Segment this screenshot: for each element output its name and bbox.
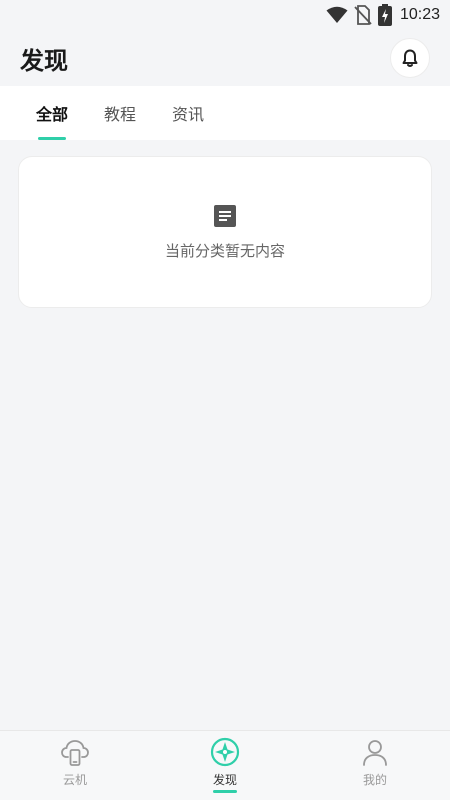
empty-state-card: 当前分类暂无内容 xyxy=(18,156,432,308)
nav-item-cloud[interactable]: 云机 xyxy=(0,731,150,800)
cloud-phone-icon xyxy=(61,740,89,766)
user-icon xyxy=(363,740,387,766)
notifications-button[interactable] xyxy=(390,38,430,78)
page-title: 发现 xyxy=(20,46,68,75)
bell-icon xyxy=(402,49,418,67)
nav-label: 我的 xyxy=(362,773,387,787)
tab-label: 教程 xyxy=(104,105,137,124)
header: 发现 xyxy=(0,30,450,86)
empty-state-text: 当前分类暂无内容 xyxy=(164,241,285,260)
tab-tutorials[interactable]: 教程 xyxy=(86,86,154,140)
document-icon xyxy=(214,204,236,227)
wifi-icon xyxy=(326,6,348,23)
bottom-nav: 云机 发现 我的 xyxy=(0,730,450,800)
nav-label: 发现 xyxy=(212,773,237,787)
category-tabs: 全部 教程 资讯 xyxy=(0,86,450,140)
tab-news[interactable]: 资讯 xyxy=(154,86,222,140)
nav-item-profile[interactable]: 我的 xyxy=(300,731,450,800)
tab-label: 全部 xyxy=(36,105,69,124)
status-bar: 10:23 xyxy=(0,0,450,30)
tab-label: 资讯 xyxy=(172,105,205,124)
status-time: 10:23 xyxy=(399,6,440,23)
no-sim-icon xyxy=(354,5,372,25)
nav-label: 云机 xyxy=(62,773,87,787)
nav-item-discover[interactable]: 发现 xyxy=(150,731,300,800)
tab-all[interactable]: 全部 xyxy=(18,86,86,140)
battery-charging-icon xyxy=(377,4,392,26)
compass-icon xyxy=(210,737,240,767)
active-indicator xyxy=(213,790,237,793)
